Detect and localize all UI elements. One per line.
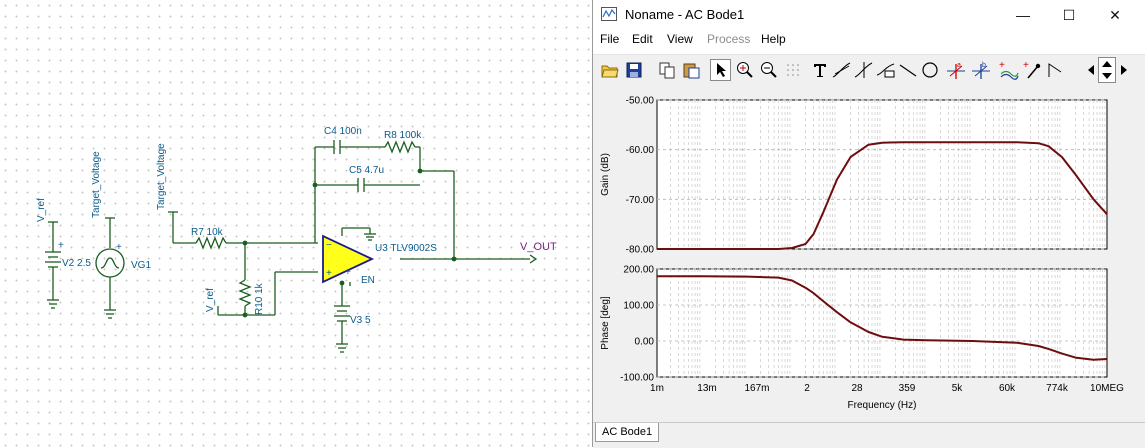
v2-source[interactable] bbox=[45, 221, 61, 309]
gain-ytick-label: -60.00 bbox=[626, 145, 655, 156]
svg-text:+: + bbox=[326, 268, 332, 279]
schematic-drawing: + V_ref V2 2.5 + Target_Voltage VG1 − + … bbox=[36, 126, 557, 353]
xtick-label: 1m bbox=[650, 383, 664, 394]
zoom-in-icon[interactable] bbox=[734, 59, 755, 81]
close-button[interactable]: ✕ bbox=[1092, 0, 1138, 30]
phase-ytick-label: 100.00 bbox=[623, 301, 654, 312]
cursor-a-icon[interactable]: a bbox=[945, 59, 966, 81]
menu-edit[interactable]: Edit bbox=[632, 32, 653, 46]
r8-resistor bbox=[384, 140, 416, 154]
pointer-icon[interactable] bbox=[710, 59, 731, 81]
open-icon[interactable] bbox=[599, 59, 620, 81]
app-icon bbox=[601, 7, 617, 21]
c5-label: C5 4.7u bbox=[349, 165, 384, 176]
xtick-label: 5k bbox=[952, 383, 964, 394]
target-voltage-label-left: Target_Voltage bbox=[91, 151, 102, 218]
r10-resistor bbox=[238, 279, 252, 307]
cursor-icon[interactable] bbox=[853, 59, 874, 81]
schematic-canvas[interactable]: + V_ref V2 2.5 + Target_Voltage VG1 − + … bbox=[0, 0, 592, 447]
svg-text:a: a bbox=[957, 62, 961, 69]
phase-ylabel: Phase [deg] bbox=[600, 296, 611, 350]
target-voltage-label-mid: Target_Voltage bbox=[156, 143, 167, 210]
r7-resistor bbox=[195, 236, 227, 250]
scroll-left-icon[interactable] bbox=[1084, 59, 1097, 81]
r10-label: R10 1k bbox=[254, 282, 265, 315]
xtick-label: 2 bbox=[804, 383, 810, 394]
menu-file[interactable]: File bbox=[600, 32, 619, 46]
copy-icon[interactable] bbox=[657, 59, 678, 81]
xtick-label: 60k bbox=[999, 383, 1016, 394]
label-icon[interactable] bbox=[875, 59, 896, 81]
c4-label: C4 100n bbox=[324, 126, 362, 137]
svg-text:−: − bbox=[326, 240, 332, 251]
xtick-label: 28 bbox=[851, 383, 863, 394]
svg-text:+: + bbox=[1023, 60, 1029, 71]
phase-ytick-label: -100.00 bbox=[620, 373, 654, 384]
tab-ac-bode1[interactable]: AC Bode1 bbox=[595, 423, 660, 442]
minimize-button[interactable]: — bbox=[1000, 0, 1046, 30]
svg-text:+: + bbox=[58, 240, 64, 251]
paste-icon[interactable] bbox=[681, 59, 702, 81]
svg-text:+: + bbox=[345, 267, 351, 278]
tangent-icon[interactable] bbox=[831, 59, 852, 81]
gain-ytick-label: -50.00 bbox=[626, 96, 655, 107]
grid-icon[interactable] bbox=[782, 59, 803, 81]
menu-help[interactable]: Help bbox=[761, 32, 786, 46]
xtick-label: 359 bbox=[899, 383, 916, 394]
v-ref-label-left: V_ref bbox=[36, 198, 47, 222]
vg1-label: VG1 bbox=[131, 260, 151, 271]
xtick-label: 167m bbox=[744, 383, 769, 394]
maximize-button[interactable]: ☐ bbox=[1046, 0, 1092, 30]
scroll-up-down-icon[interactable] bbox=[1098, 57, 1116, 83]
save-icon[interactable] bbox=[623, 59, 644, 81]
u3-label: U3 TLV9002S bbox=[375, 243, 437, 254]
window-title: Noname - AC Bode1 bbox=[625, 7, 745, 22]
title-bar[interactable]: Noname - AC Bode1 — ☐ ✕ bbox=[593, 0, 1145, 30]
bode-plot-area[interactable]: -50.00 -60.00 -70.00 -80.00 Gain (dB) 200.00 1… bbox=[593, 87, 1145, 422]
marker-icon[interactable]: + bbox=[1022, 59, 1043, 81]
menu-process: Process bbox=[707, 32, 751, 46]
curves-icon[interactable]: + bbox=[998, 59, 1019, 81]
tab-bar: AC Bode1 bbox=[593, 422, 1145, 448]
xtick-label: 10MEG bbox=[1090, 383, 1124, 394]
cursor-b-icon[interactable]: b bbox=[970, 59, 991, 81]
xtick-label: 774k bbox=[1046, 383, 1069, 394]
circle-icon[interactable] bbox=[919, 59, 940, 81]
gain-ytick-label: -70.00 bbox=[626, 195, 655, 206]
gain-ylabel: Gain (dB) bbox=[600, 153, 611, 196]
line-icon[interactable] bbox=[897, 59, 918, 81]
en-pin-label: EN bbox=[361, 275, 375, 286]
svg-text:+: + bbox=[116, 242, 122, 253]
menu-bar: File Edit View Process Help bbox=[593, 30, 1145, 50]
bode-plots[interactable]: -50.00 -60.00 -70.00 -80.00 Gain (dB) 200.00 1… bbox=[593, 87, 1145, 422]
phase-ytick-label: 200.00 bbox=[623, 265, 654, 276]
v2-label: V2 2.5 bbox=[62, 258, 91, 269]
svg-text:+: + bbox=[999, 60, 1005, 71]
v3-label: V3 5 bbox=[350, 315, 371, 326]
scroll-right-icon[interactable] bbox=[1117, 59, 1130, 81]
menu-view[interactable]: View bbox=[667, 32, 693, 46]
vg1-source[interactable] bbox=[95, 217, 125, 319]
ac-bode-window: Noname - AC Bode1 — ☐ ✕ File Edit View P… bbox=[592, 0, 1145, 448]
phase-xlabel: Frequency (Hz) bbox=[848, 400, 917, 411]
gain-plot-frame bbox=[656, 99, 1108, 250]
xtick-label: 13m bbox=[697, 383, 716, 394]
r8-label: R8 100k bbox=[384, 130, 422, 141]
flag-icon[interactable] bbox=[1044, 59, 1065, 81]
svg-text:b: b bbox=[982, 62, 986, 69]
phase-plot-frame bbox=[656, 268, 1108, 378]
toolbar: a b + + bbox=[593, 54, 1145, 88]
r7-label: R7 10k bbox=[191, 227, 224, 238]
phase-ytick-label: 0.00 bbox=[635, 337, 655, 348]
v-ref-label-bottom: V_ref bbox=[205, 288, 216, 312]
v-out-label: V_OUT bbox=[520, 241, 557, 253]
gain-ytick-label: -80.00 bbox=[626, 245, 655, 256]
text-icon[interactable] bbox=[809, 59, 830, 81]
zoom-100-icon[interactable] bbox=[758, 59, 779, 81]
